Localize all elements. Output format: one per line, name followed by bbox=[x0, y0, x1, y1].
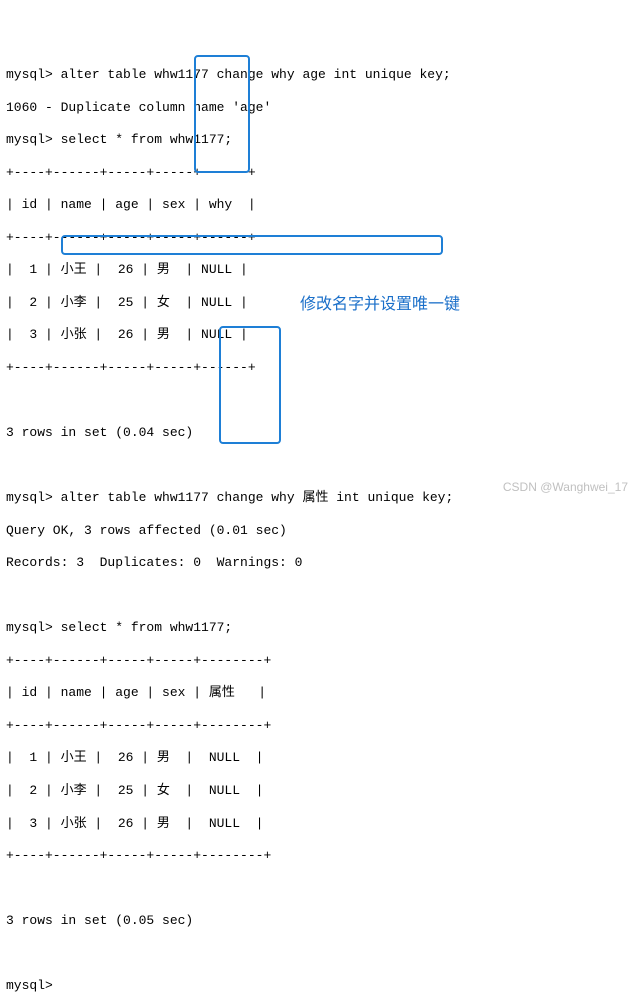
sql-command: alter table whw1177 change why age int u… bbox=[61, 67, 451, 82]
records-line: Records: 3 Duplicates: 0 Warnings: 0 bbox=[6, 554, 632, 572]
prompt: mysql> bbox=[6, 132, 61, 147]
table-row: | 3 | 小张 | 26 | 男 | NULL | bbox=[6, 326, 632, 344]
cmd-line-4: mysql> select * from whw1177; bbox=[6, 619, 632, 637]
blank-line bbox=[6, 587, 632, 605]
prompt: mysql> bbox=[6, 620, 61, 635]
table-row: | 3 | 小张 | 26 | 男 | NULL | bbox=[6, 815, 632, 833]
table-border: +----+------+-----+-----+--------+ bbox=[6, 652, 632, 670]
sql-command: alter table whw1177 change why 属性 int un… bbox=[61, 490, 454, 505]
blank-line bbox=[6, 457, 632, 475]
table-row: | 1 | 小王 | 26 | 男 | NULL | bbox=[6, 749, 632, 767]
table-header: | id | name | age | sex | 属性 | bbox=[6, 684, 632, 702]
blank-line bbox=[6, 391, 632, 409]
watermark: CSDN @Wanghwei_17 bbox=[503, 480, 628, 494]
annotation-text: 修改名字并设置唯一键 bbox=[300, 290, 460, 314]
sql-command: select * from whw1177; bbox=[61, 620, 233, 635]
table-border: +----+------+-----+-----+--------+ bbox=[6, 847, 632, 865]
table-row: | 2 | 小李 | 25 | 女 | NULL | bbox=[6, 782, 632, 800]
cmd-line-1: mysql> alter table whw1177 change why ag… bbox=[6, 66, 632, 84]
error-line: 1060 - Duplicate column name 'age' bbox=[6, 99, 632, 117]
cmd-line-2: mysql> select * from whw1177; bbox=[6, 131, 632, 149]
table-header: | id | name | age | sex | why | bbox=[6, 196, 632, 214]
table-row: | 1 | 小王 | 26 | 男 | NULL | bbox=[6, 261, 632, 279]
table-border: +----+------+-----+-----+------+ bbox=[6, 359, 632, 377]
sql-command: select * from whw1177; bbox=[61, 132, 233, 147]
query-ok: Query OK, 3 rows affected (0.01 sec) bbox=[6, 522, 632, 540]
table-border: +----+------+-----+-----+------+ bbox=[6, 164, 632, 182]
blank-line bbox=[6, 880, 632, 898]
prompt: mysql> bbox=[6, 490, 61, 505]
result-status: 3 rows in set (0.04 sec) bbox=[6, 424, 632, 442]
prompt: mysql> bbox=[6, 978, 61, 993]
table-border: +----+------+-----+-----+------+ bbox=[6, 229, 632, 247]
prompt: mysql> bbox=[6, 67, 61, 82]
table-border: +----+------+-----+-----+--------+ bbox=[6, 717, 632, 735]
cmd-line-5[interactable]: mysql> bbox=[6, 977, 632, 995]
blank-line bbox=[6, 945, 632, 963]
result-status: 3 rows in set (0.05 sec) bbox=[6, 912, 632, 930]
